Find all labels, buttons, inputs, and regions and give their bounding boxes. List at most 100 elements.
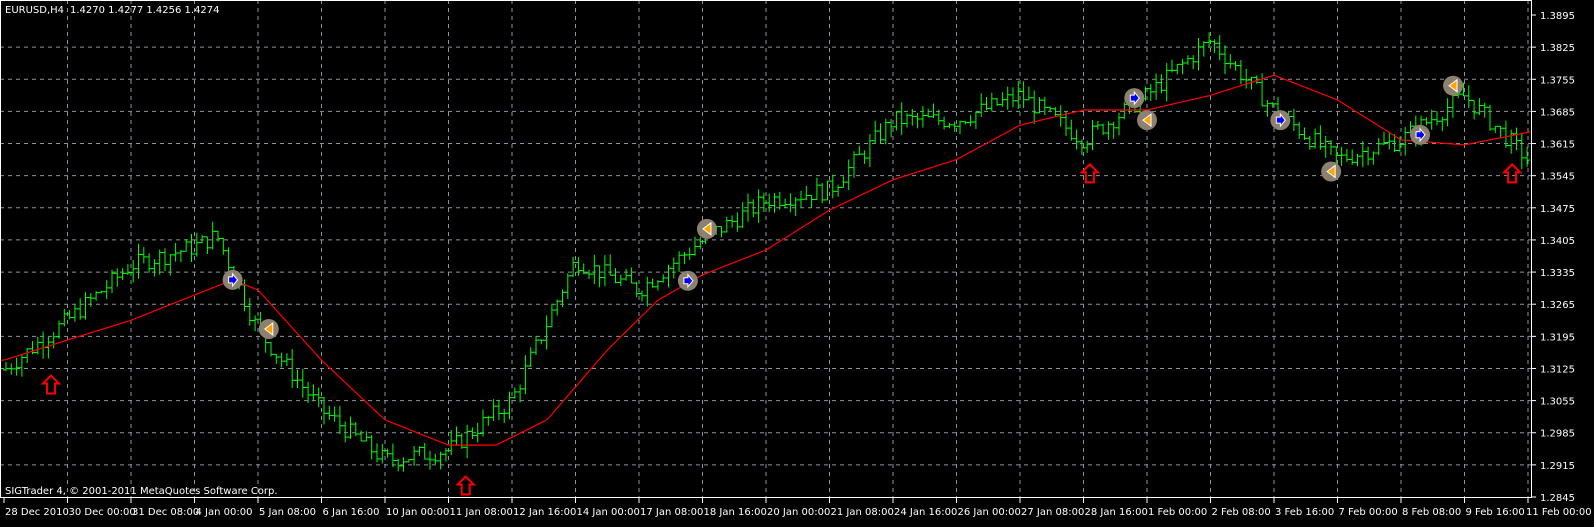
ohlc-bar — [1222, 45, 1228, 75]
ohlc-bar — [310, 384, 317, 402]
ohlc-bar — [851, 151, 857, 178]
ohlc-bar — [188, 233, 195, 263]
grid — [0, 0, 1531, 497]
ohlc-bar — [1428, 109, 1435, 130]
ohlc-bar — [1317, 125, 1324, 150]
time-axis[interactable]: 28 Dec 2010 30 Dec 00:0031 Dec 08:004 Jan… — [3, 497, 1592, 518]
ohlc-bar — [13, 357, 20, 376]
x-tick-label: 11 Feb 00:00 — [1526, 507, 1592, 518]
ohlc-bar — [1301, 127, 1308, 140]
ohlc-bar — [840, 176, 847, 188]
ohlc-bar — [771, 193, 778, 213]
ohlc-bar — [575, 256, 582, 276]
ohlc-bar — [601, 255, 608, 287]
ohlc-bar — [591, 254, 598, 285]
ohlc-bar — [533, 336, 539, 356]
ohlc-bar — [723, 216, 730, 233]
ohlc-bar — [342, 421, 349, 443]
ohlc-bar — [1116, 112, 1122, 136]
ohlc-bar — [1359, 141, 1366, 168]
ohlc-bar — [40, 331, 47, 359]
ohlc-bar — [628, 267, 635, 284]
ohlc-bar — [1508, 129, 1515, 154]
ohlc-bar — [517, 384, 524, 403]
ohlc-bar — [527, 347, 534, 367]
x-tick-label: 6 Jan 16:00 — [323, 507, 380, 518]
ohlc-bar — [77, 298, 84, 320]
ohlc-bar — [495, 399, 502, 420]
moving-average-line — [0, 74, 1531, 446]
ohlc-bar — [845, 159, 852, 191]
price-axis[interactable]: 1.3895 1.3825 1.3755 1.3685 1.3615 1.3545 1.34… — [1531, 11, 1575, 504]
ohlc-bar — [1243, 68, 1250, 89]
ohlc-bar — [543, 315, 550, 350]
y-tick-label: 1.3265 — [1540, 300, 1575, 311]
ohlc-bar — [283, 353, 290, 366]
ohlc-bar — [1465, 85, 1472, 108]
x-tick-label: 2 Feb 08:00 — [1212, 507, 1271, 518]
ohlc-bar — [813, 177, 820, 200]
x-tick-label: 21 Jan 08:00 — [831, 507, 894, 518]
x-tick-label: 7 Feb 00:00 — [1339, 507, 1398, 518]
ohlc-bar — [766, 193, 773, 213]
ohlc-bar — [1402, 126, 1409, 156]
ohlc-bar — [1169, 59, 1175, 73]
x-tick-label: 9 Feb 16:00 — [1466, 507, 1525, 518]
ohlc-bar — [405, 459, 412, 463]
ohlc-bar — [315, 387, 322, 408]
ohlc-bar — [1211, 39, 1218, 53]
ohlc-bar — [1041, 96, 1048, 116]
ohlc-bar — [994, 98, 1001, 107]
ohlc-bar — [739, 202, 746, 228]
ohlc-bar — [1073, 129, 1080, 150]
ohlc-bar — [448, 430, 455, 456]
ohlc-bar — [1184, 55, 1191, 65]
up-arrow-icon — [1501, 162, 1523, 184]
ohlc-bar — [71, 304, 78, 322]
ohlc-bar — [1481, 102, 1488, 118]
ohlc-bar — [352, 422, 359, 437]
ohlc-bar — [183, 238, 190, 252]
ohlc-bar — [326, 405, 333, 420]
ohlc-bar — [374, 443, 380, 463]
y-tick-label: 1.3615 — [1540, 140, 1575, 151]
price-bars — [3, 32, 1531, 472]
x-tick-label: 5 Jan 08:00 — [259, 507, 316, 518]
ohlc-bar — [649, 278, 656, 288]
ohlc-bar — [686, 247, 693, 260]
ohlc-bar — [1031, 90, 1038, 124]
x-tick-label: 30 Dec 00:00 — [69, 507, 136, 518]
ohlc-bar — [554, 299, 561, 316]
ohlc-bar — [1349, 149, 1356, 165]
ohlc-bar — [464, 424, 471, 459]
ohlc-bar — [1084, 140, 1091, 153]
ohlc-bar — [199, 234, 206, 244]
ohlc-bar — [776, 191, 783, 210]
price-chart[interactable]: 1.3895 1.3825 1.3755 1.3685 1.3615 1.3545 1.34… — [0, 0, 1594, 527]
up-arrow-icon — [1079, 162, 1101, 184]
ohlc-bar — [24, 347, 31, 364]
ohlc-bar — [808, 194, 815, 209]
symbol-info: EURUSD,H4 1.4270 1.4277 1.4256 1.4274 — [5, 5, 220, 16]
ohlc-bar — [305, 381, 312, 403]
ohlc-bar — [411, 445, 418, 466]
ohlc-bar — [511, 387, 518, 399]
up-arrow-icon — [40, 374, 62, 395]
ohlc-bar — [1328, 140, 1334, 156]
ohlc-bar — [734, 212, 741, 232]
ohlc-bar — [1444, 98, 1451, 127]
exit-signal — [696, 218, 717, 239]
ohlc-bar — [336, 405, 343, 435]
y-tick-label: 1.3825 — [1540, 43, 1575, 54]
ohlc-bar — [1163, 63, 1170, 102]
ohlc-bar — [130, 259, 137, 283]
ohlc-bar — [988, 92, 995, 112]
ohlc-bar — [1153, 73, 1160, 100]
ohlc-bar — [904, 112, 910, 128]
ohlc-bar — [798, 190, 804, 208]
ohlc-bar — [432, 453, 439, 465]
ohlc-bar — [930, 103, 937, 119]
ohlc-bar — [469, 427, 476, 440]
exit-signal — [1443, 75, 1464, 96]
ohlc-bar — [1487, 104, 1493, 131]
